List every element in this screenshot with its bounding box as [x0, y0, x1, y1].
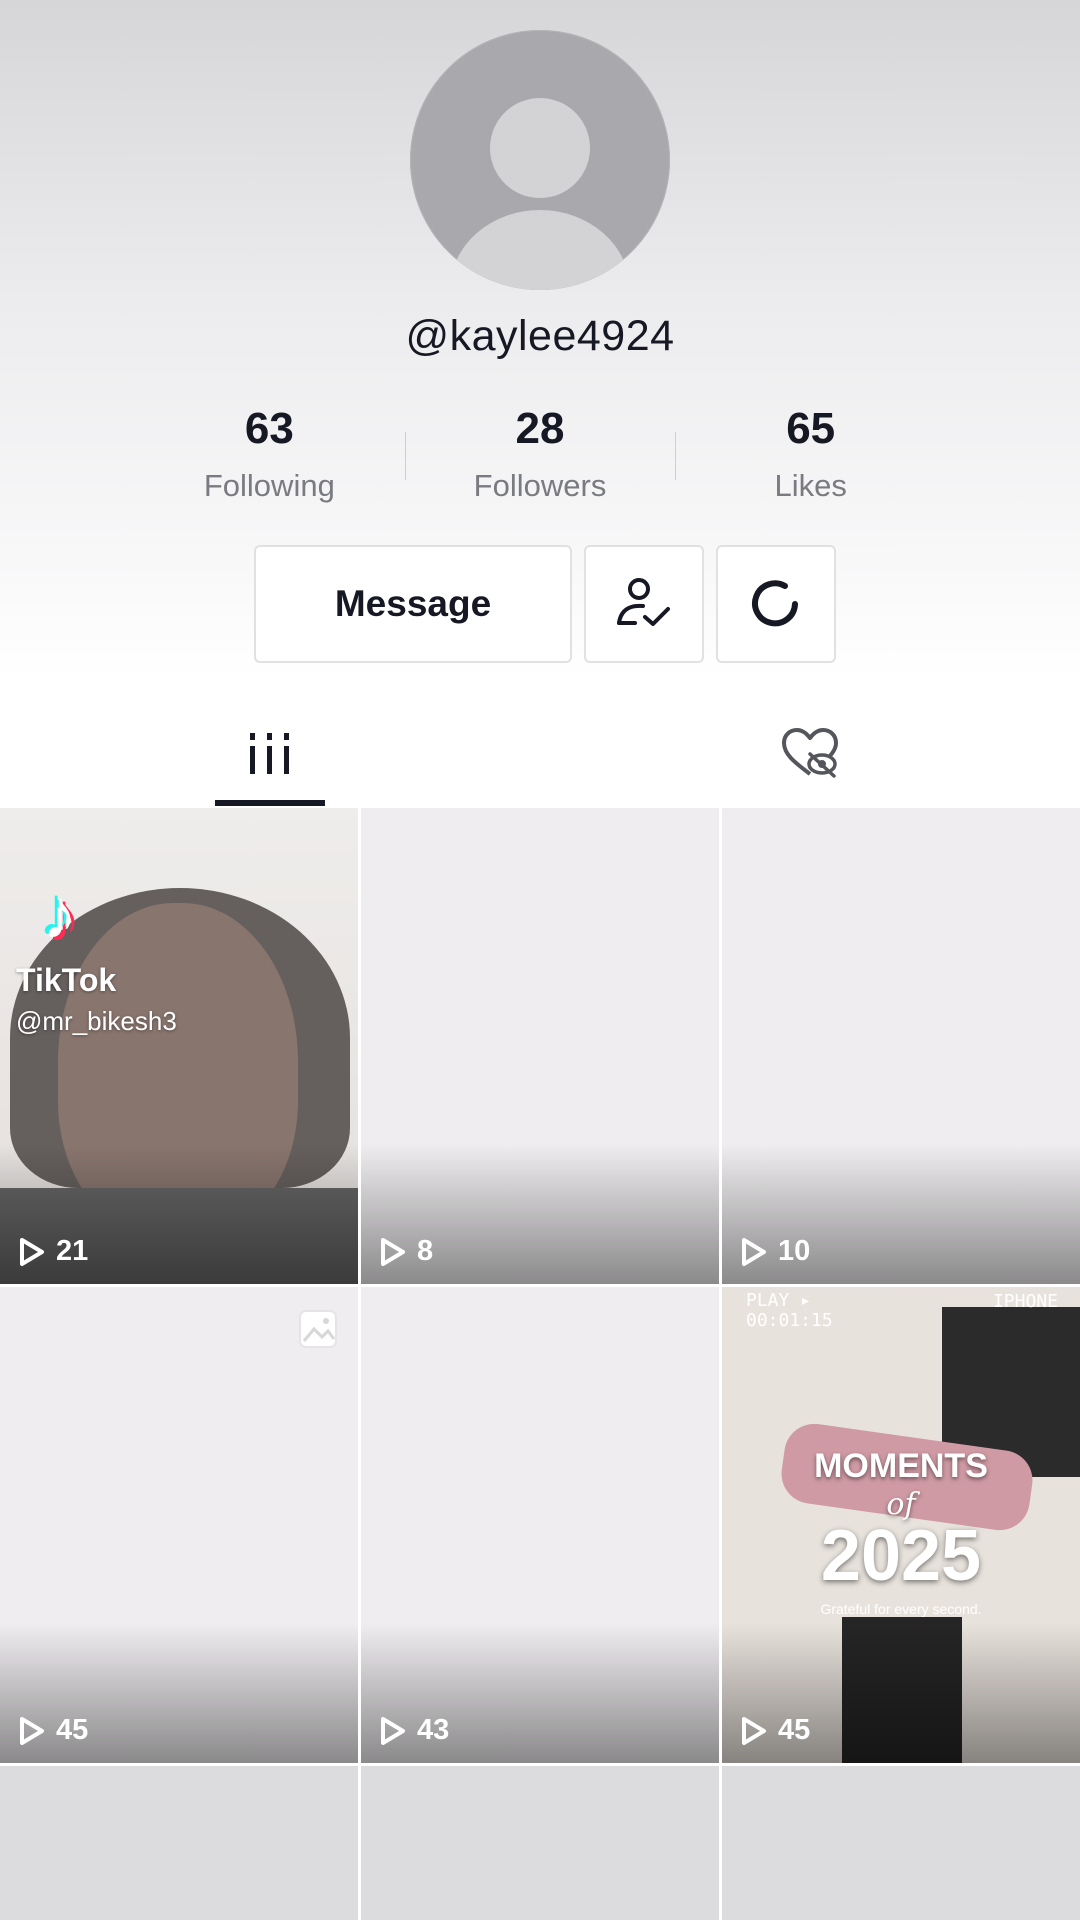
play-icon — [381, 1716, 405, 1745]
vhs-play-label: PLAY ▸ 00:01:15 — [746, 1290, 833, 1331]
avatar-head-shape — [490, 98, 590, 198]
stat-following[interactable]: 63 Following — [134, 400, 405, 510]
video-thumbnail[interactable]: 43 — [361, 1287, 719, 1763]
view-count-value: 43 — [417, 1714, 450, 1746]
video-grid: ♪ TikTok @mr_bikesh3 21 8 10 45 43 PLAY … — [0, 808, 1080, 1920]
tab-videos[interactable] — [0, 700, 540, 806]
refresh-button[interactable] — [716, 545, 836, 663]
stat-followers[interactable]: 28 Followers — [404, 400, 676, 510]
active-tab-indicator — [215, 800, 325, 806]
profile-screen: @kaylee4924 63 Following 28 Followers 65… — [0, 0, 1080, 1920]
overlay-title-line1: MOMENTS — [814, 1447, 988, 1485]
view-count: 21 — [18, 1235, 88, 1268]
stat-value: 63 — [244, 404, 294, 453]
view-count-value: 8 — [417, 1235, 434, 1267]
profile-tabs — [0, 700, 1080, 806]
message-button[interactable]: Message — [254, 545, 572, 663]
play-icon — [742, 1716, 766, 1745]
view-count: 45 — [740, 1714, 810, 1747]
video-thumbnail[interactable]: 45 — [0, 1287, 358, 1763]
watermark-handle: @mr_bikesh3 — [16, 1006, 177, 1036]
user-check-icon — [617, 578, 670, 626]
stat-label: Followers — [473, 468, 607, 503]
overlay-title-line3: 2025 — [820, 1516, 982, 1596]
vhs-device-label: IPHONE — [992, 1291, 1058, 1312]
stat-label: Likes — [774, 468, 847, 503]
stats-bar: 63 Following 28 Followers 65 Likes — [134, 400, 946, 510]
play-icon — [742, 1237, 766, 1266]
tiktok-logo-icon: ♪ — [42, 875, 77, 953]
play-icon — [381, 1237, 405, 1266]
view-count-value: 21 — [56, 1235, 89, 1267]
video-thumbnail[interactable]: 8 — [361, 808, 719, 1284]
username: @kaylee4924 — [405, 312, 675, 360]
view-count-value: 10 — [778, 1235, 811, 1267]
view-count-value: 45 — [778, 1714, 811, 1746]
avatar[interactable] — [410, 30, 670, 290]
friends-button[interactable] — [584, 545, 704, 663]
video-thumbnail[interactable] — [722, 1766, 1080, 1920]
video-thumbnail[interactable] — [361, 1766, 719, 1920]
video-thumbnail[interactable]: PLAY ▸ 00:01:15 IPHONE MOMENTS of 2025 G… — [722, 1287, 1080, 1763]
stat-value: 28 — [515, 404, 565, 453]
grid-icon — [250, 733, 289, 774]
view-count: 45 — [18, 1714, 88, 1747]
view-count: 8 — [379, 1235, 433, 1268]
stat-likes[interactable]: 65 Likes — [675, 400, 946, 510]
view-count: 43 — [379, 1714, 449, 1747]
photo-icon — [298, 1309, 338, 1354]
refresh-icon — [752, 580, 798, 627]
watermark-brand: TikTok — [16, 962, 117, 998]
stat-label: Following — [203, 468, 335, 503]
stat-value: 65 — [786, 404, 836, 453]
tab-liked[interactable] — [540, 700, 1080, 806]
view-count-value: 45 — [56, 1714, 89, 1746]
video-thumbnail[interactable] — [0, 1766, 358, 1920]
overlay-caption: Grateful for every second. — [820, 1601, 982, 1617]
play-icon — [20, 1716, 44, 1745]
view-count: 10 — [740, 1235, 810, 1268]
video-thumbnail[interactable]: ♪ TikTok @mr_bikesh3 21 — [0, 808, 358, 1284]
video-thumbnail[interactable]: 10 — [722, 808, 1080, 1284]
play-icon — [20, 1237, 44, 1266]
avatar-body-shape — [450, 210, 630, 290]
liked-hidden-icon — [782, 728, 838, 778]
